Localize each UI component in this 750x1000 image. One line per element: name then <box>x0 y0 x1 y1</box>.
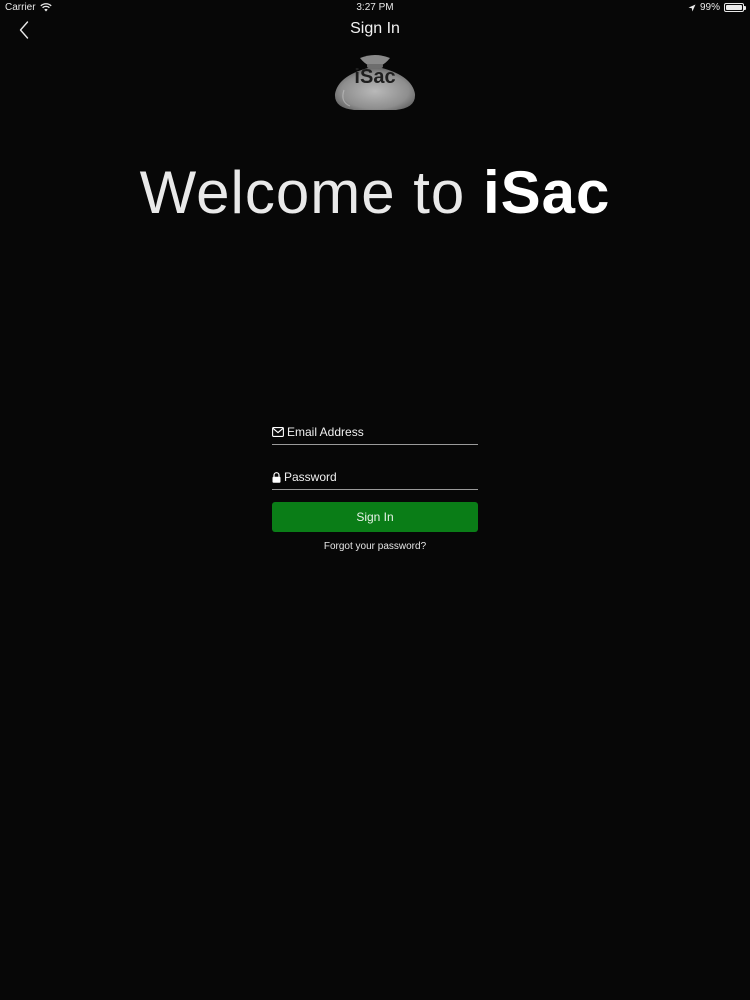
welcome-heading: Welcome to iSac <box>0 158 750 227</box>
envelope-icon <box>272 427 284 437</box>
nav-bar: Sign In <box>0 16 750 46</box>
status-time: 3:27 PM <box>356 2 394 13</box>
logo-text: iSac <box>354 66 396 88</box>
location-arrow-icon <box>688 4 696 12</box>
status-bar: Carrier 3:27 PM 99% <box>0 0 750 16</box>
forgot-password-link[interactable]: Forgot your password? <box>272 541 478 552</box>
password-field[interactable] <box>284 470 478 484</box>
battery-icon <box>724 3 746 12</box>
status-right: 99% <box>688 2 746 13</box>
email-field[interactable] <box>287 425 478 439</box>
page-title: Sign In <box>350 20 400 37</box>
battery-percent: 99% <box>699 2 720 13</box>
welcome-prefix: Welcome to <box>139 159 483 226</box>
welcome-brand: iSac <box>482 159 611 226</box>
sign-in-form: Sign In Forgot your password? <box>272 420 478 552</box>
app-logo: iSac <box>330 50 420 112</box>
password-field-row <box>272 465 478 490</box>
sign-in-screen: Carrier 3:27 PM 99% Sign In iSac Welcome… <box>0 0 750 1000</box>
sign-in-button[interactable]: Sign In <box>272 502 478 532</box>
lock-icon <box>272 471 281 483</box>
battery-level-fill <box>726 5 742 10</box>
email-field-row <box>272 420 478 445</box>
